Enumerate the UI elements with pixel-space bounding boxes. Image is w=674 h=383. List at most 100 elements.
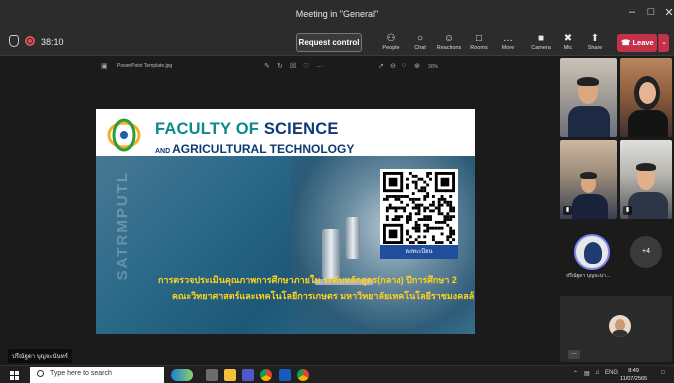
phone-icon: ☎ [621,38,631,47]
zoom-reset-icon[interactable]: ○ [402,62,406,69]
slide-thai-line1: การตรวจประเมินคุณภาพการศึกษาภายใน ระดับห… [158,275,457,285]
shared-slide: FACULTY OF SCIENCE AND AGRICULTURAL TECH… [96,109,475,334]
participant-body [568,106,610,137]
chrome-icon[interactable] [297,369,309,381]
more-icon: … [503,33,513,44]
taskbar-clock[interactable]: 8:49 11/07/2565 [620,367,647,383]
search-icon [37,370,44,377]
participant-hair [577,77,599,86]
leave-button[interactable]: ☎ Leave [617,34,657,52]
expand-icon[interactable]: ↗ [378,62,384,70]
camera-off-icon: ■ [537,33,545,44]
chat-icon: ○ [416,33,424,44]
mic-off-icon: ✖ [563,33,573,44]
weather-widget-icon[interactable] [171,369,193,381]
clock-date: 11/07/2565 [620,376,648,382]
clock-time: 8:49 [628,368,639,374]
participant-video-tile[interactable] [620,58,672,137]
zoom-level: 30% [428,64,439,70]
tray-chevron-icon[interactable]: ⌃ [573,370,578,377]
close-icon[interactable]: ✕ [659,6,674,19]
vertical-watermark-text: SATRMPUTL [114,171,131,281]
avatar-image [584,242,602,264]
leave-label: Leave [632,38,654,47]
share-icon: ⬆ [590,33,600,44]
zoom-in-icon[interactable]: ⊕ [414,62,420,70]
participant-video-tile[interactable] [560,58,617,137]
mic-label: Mic [563,45,573,51]
qr-code-box[interactable]: ลงทะเบียน [380,169,458,259]
camera-label: Camera [531,45,551,51]
maximize-icon[interactable]: □ [641,6,661,18]
window-icon: ▣ [101,63,108,70]
participant-video-tile[interactable]: ▮ [620,140,672,219]
more-options-icon[interactable]: … [316,62,323,69]
participant-body [572,194,608,219]
word-icon[interactable] [279,369,291,381]
more-button[interactable]: … More [495,32,521,56]
participant-video-tile[interactable]: ▮ [560,140,617,219]
chrome-icon[interactable] [260,369,272,381]
slide-thai-line2: คณะวิทยาศาสตร์และเทคโนโลยีการเกษตร มหาวิ… [172,291,475,301]
volume-icon[interactable]: ♫ [595,370,600,376]
request-control-button[interactable]: Request control [296,33,362,52]
shared-content-stage: ▣ PowerPoint Template.jpg ✎ ↻ ☒ ♡ … ↗ ⊖ … [0,56,558,365]
participant-panel: ▮ ▮ ปรีณัฐดา บุญจะนา... +4 … [558,56,674,365]
network-icon[interactable]: ▤ [584,370,590,377]
shield-icon [9,35,19,47]
share-button[interactable]: ⬆ Share [582,32,608,56]
search-placeholder: Type here to search [50,370,112,377]
more-participants-button[interactable]: +4 [630,236,662,268]
minimize-icon[interactable]: – [622,6,642,18]
qr-code-label: ลงทะเบียน [380,245,458,259]
participant-body [628,110,668,137]
windows-start-icon[interactable] [10,371,19,380]
window-title: Meeting in "General" [295,9,379,19]
participant-avatar[interactable] [574,234,610,270]
slide-header-band: FACULTY OF SCIENCE AND AGRICULTURAL TECH… [96,109,475,156]
reactions-icon: ☺ [443,33,455,44]
notifications-icon[interactable]: □ [661,370,665,376]
reactions-label: Reactions [436,45,462,51]
meeting-toolbar: 38:10 Request control ⚇ People ○ Chat ☺ React… [0,30,674,56]
reactions-button[interactable]: ☺ Reactions [436,32,462,56]
participant-avatar-name: ปรีณัฐดา บุญจะนา... [566,273,611,279]
zoom-out-icon[interactable]: ⊖ [390,62,396,70]
chat-button[interactable]: ○ Chat [407,32,433,56]
delete-icon[interactable]: ☒ [290,62,296,70]
leave-options-chevron-icon[interactable]: ⌄ [658,34,669,52]
microscope-lens [346,217,360,259]
file-explorer-icon[interactable] [224,369,236,381]
heart-icon[interactable]: ♡ [303,62,309,70]
self-avatar-body [612,330,628,337]
self-view-tile[interactable]: … [560,296,672,362]
taskbar-search-box[interactable]: Type here to search [30,367,164,383]
people-button[interactable]: ⚇ People [378,32,404,56]
people-icon: ⚇ [386,33,396,44]
rotate-icon[interactable]: ↻ [277,62,283,70]
camera-button[interactable]: ■ Camera [528,32,554,56]
faculty-title-line1: FACULTY OF SCIENCE [155,120,339,138]
participant-body [628,192,668,219]
presenter-name-tag: ปรีณัฐดา บุญจะนันทร์ [8,349,72,363]
participant-hair [580,172,597,179]
qr-code [383,172,455,244]
shared-window-toolbar: ▣ PowerPoint Template.jpg ✎ ↻ ☒ ♡ … ↗ ⊖ … [95,62,478,74]
more-label: More [501,45,515,51]
mic-button[interactable]: ✖ Mic [555,32,581,56]
more-icon[interactable]: … [568,350,580,359]
meeting-timer: 38:10 [41,37,64,47]
language-indicator[interactable]: ENG [605,370,618,376]
share-label: Share [587,45,603,51]
participant-hair [636,163,656,171]
mic-status-icon: ▮ [623,206,632,215]
task-view-icon[interactable] [206,369,218,381]
edit-icon[interactable]: ✎ [264,62,270,70]
faculty-title-line2: AND AGRICULTURAL TECHNOLOGY [155,142,355,156]
teams-icon[interactable] [242,369,254,381]
rooms-button[interactable]: □ Rooms [466,32,492,56]
rooms-icon: □ [475,33,483,44]
shared-filename: PowerPoint Template.jpg [117,63,173,69]
participant-face [639,82,656,104]
faculty-logo [107,118,141,152]
